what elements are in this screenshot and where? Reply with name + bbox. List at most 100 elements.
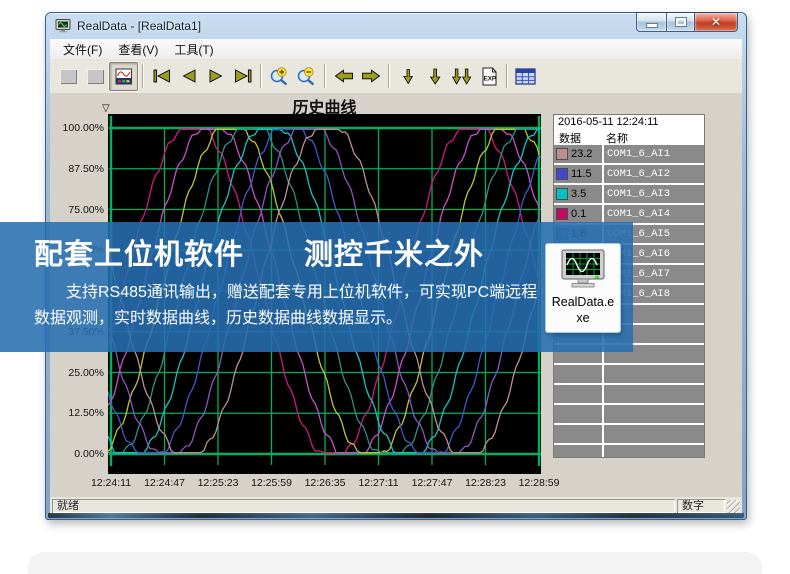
table-row[interactable]: 0.1 COM1_6_AI4 [554, 205, 704, 223]
row-value-cell [554, 385, 602, 403]
scroll-left-icon [333, 68, 355, 84]
table-row-empty[interactable] [554, 385, 704, 403]
table-row[interactable]: 3.5 COM1_6_AI3 [554, 185, 704, 203]
close-icon: ✕ [711, 14, 721, 30]
row-name: COM1_6_AI1 [604, 145, 704, 163]
status-bar: 就绪 数字 [50, 497, 742, 515]
menu-bar: 文件(F)查看(V)工具(T) [50, 39, 742, 60]
table-row[interactable]: 11.5 COM1_6_AI2 [554, 165, 704, 183]
go-first-button[interactable] [148, 63, 175, 90]
banner-body: 支持RS485通讯输出，赠送配套专用上位机软件，可实现PC端远程数据观测，实时数… [34, 280, 539, 332]
export-button[interactable]: EXP [475, 63, 502, 90]
column-header-data: 数据 [559, 130, 581, 146]
zoom-out-icon [296, 67, 318, 86]
series-color-swatch [556, 148, 568, 160]
toolbar-separator [506, 64, 508, 88]
row-value-cell: 23.2 [554, 145, 602, 163]
row-value-cell [554, 425, 602, 443]
maximize-button[interactable] [666, 12, 695, 32]
menu-item-2[interactable]: 查看(V) [110, 39, 166, 60]
blank-square-button-2[interactable] [82, 63, 109, 90]
series-color-swatch [556, 188, 568, 200]
menu-item-3[interactable]: 工具(T) [166, 39, 221, 60]
table-row-empty[interactable] [554, 445, 704, 458]
row-value: 3.5 [571, 188, 586, 200]
data-grid-icon [515, 68, 536, 85]
toolbar: EXP [50, 59, 742, 94]
y-tick-label: 100.00% [54, 122, 104, 134]
row-name: COM1_6_AI3 [604, 185, 704, 203]
y-tick-label: 25.00% [54, 367, 104, 379]
scroll-left-button[interactable] [330, 63, 357, 90]
x-tick-label: 12:28:59 [508, 477, 570, 489]
toolbar-separator [324, 64, 326, 88]
promo-banner: 配套上位机软件 测控千米之外 支持RS485通讯输出，赠送配套专用上位机软件，可… [0, 222, 633, 352]
go-previous-icon [179, 68, 199, 84]
app-icon [55, 19, 71, 33]
report-view-button[interactable] [109, 62, 138, 91]
maximize-icon [676, 18, 686, 26]
y-tick-label: 87.50% [54, 163, 104, 175]
report-view-icon [115, 68, 133, 85]
icon-label-line2: xe [546, 311, 620, 326]
minimize-icon [646, 23, 658, 28]
table-row-empty[interactable] [554, 405, 704, 423]
row-value: 23.2 [571, 148, 592, 160]
svg-text:EXP: EXP [483, 75, 495, 82]
close-button[interactable]: ✕ [695, 12, 738, 32]
row-value-cell: 0.1 [554, 205, 602, 223]
row-value: 11.5 [571, 168, 592, 180]
y-tick-label: 75.00% [54, 204, 104, 216]
y-tick-label: 12.50% [54, 407, 104, 419]
go-last-icon [232, 68, 254, 84]
data-grid-button[interactable] [512, 63, 539, 90]
row-name [604, 405, 704, 423]
resize-grip[interactable] [727, 500, 740, 513]
go-previous-button[interactable] [175, 63, 202, 90]
row-name [604, 365, 704, 383]
row-value: 0.1 [571, 208, 586, 220]
cursor-down-icon [400, 68, 416, 85]
step-down-icon [427, 68, 443, 85]
banner-heading: 配套上位机软件 测控千米之外 [34, 231, 633, 273]
title-bar[interactable]: RealData - [RealData1] ✕ [46, 13, 746, 39]
column-header-name: 名称 [606, 130, 628, 146]
series-color-swatch [556, 168, 568, 180]
realdata-exe-icon[interactable]: RealData.e xe [545, 243, 621, 333]
table-timestamp: 2016-05-11 12:24:11 [554, 115, 704, 130]
cursor-down-button[interactable] [394, 63, 421, 90]
table-row-empty[interactable] [554, 425, 704, 443]
step-down-double-icon [451, 68, 473, 85]
minimize-button[interactable] [636, 12, 666, 32]
go-last-button[interactable] [229, 63, 256, 90]
go-first-icon [151, 68, 173, 84]
step-down-button[interactable] [421, 63, 448, 90]
y-tick-label: 0.00% [54, 448, 104, 460]
series-color-swatch [556, 208, 568, 220]
window-title: RealData - [RealData1] [77, 19, 201, 33]
blank-square-icon [60, 69, 77, 84]
row-name: COM1_6_AI4 [604, 205, 704, 223]
go-next-button[interactable] [202, 63, 229, 90]
export-icon: EXP [480, 67, 498, 86]
page: RealData - [RealData1] ✕ 文件(F)查看(V)工具(T) [0, 0, 790, 574]
blank-square-button-1[interactable] [55, 63, 82, 90]
table-row-empty[interactable] [554, 365, 704, 383]
zoom-out-button[interactable] [293, 63, 320, 90]
icon-label-line1: RealData.e [546, 295, 620, 310]
row-name: COM1_6_AI2 [604, 165, 704, 183]
row-name [604, 385, 704, 403]
plot-cursor-marker: ▽ [102, 103, 110, 114]
table-row[interactable]: 23.2 COM1_6_AI1 [554, 145, 704, 163]
row-name [604, 445, 704, 458]
toolbar-separator [260, 64, 262, 88]
step-down-double-button[interactable] [448, 63, 475, 90]
menu-item-1[interactable]: 文件(F) [55, 39, 110, 60]
go-next-icon [206, 68, 226, 84]
page-section-strip [28, 552, 762, 574]
zoom-in-icon [269, 67, 291, 86]
scroll-right-button[interactable] [357, 63, 384, 90]
toolbar-separator [142, 64, 144, 88]
zoom-in-button[interactable] [266, 63, 293, 90]
row-value-cell: 3.5 [554, 185, 602, 203]
